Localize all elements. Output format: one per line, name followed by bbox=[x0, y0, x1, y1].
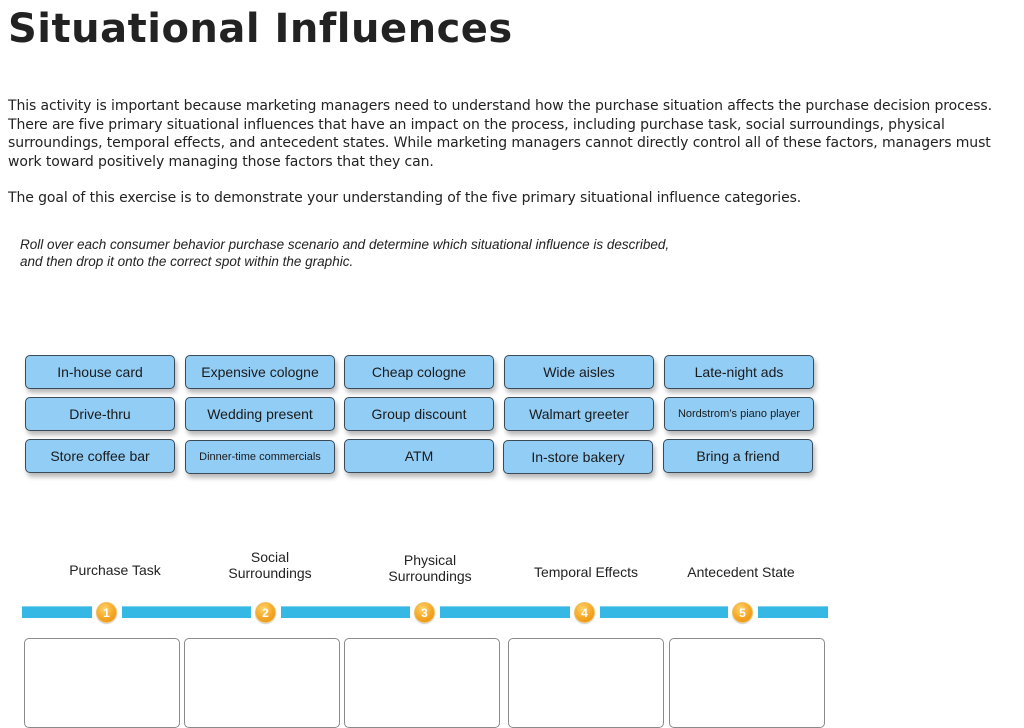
drop-zone-temporal-effects[interactable] bbox=[508, 638, 664, 728]
step-badge-5: 5 bbox=[732, 602, 753, 623]
category-label-antecedent-state: Antecedent State bbox=[661, 564, 821, 580]
step-badge-4: 4 bbox=[574, 602, 595, 623]
drop-zone-antecedent-state[interactable] bbox=[669, 638, 825, 728]
scenario-card[interactable]: Dinner-time commercials bbox=[185, 440, 335, 474]
scenario-card[interactable]: Store coffee bar bbox=[25, 439, 175, 473]
instructions: Roll over each consumer behavior purchas… bbox=[20, 237, 670, 269]
scenario-card[interactable]: Wedding present bbox=[185, 397, 335, 431]
scenario-card[interactable]: Drive-thru bbox=[25, 397, 175, 431]
category-label-text: Social bbox=[250, 549, 290, 565]
page-title: Situational Influences bbox=[8, 6, 513, 52]
scenario-card[interactable]: Wide aisles bbox=[504, 355, 654, 389]
category-label-text: Purchase Task bbox=[69, 562, 161, 578]
step-badge-2: 2 bbox=[255, 602, 276, 623]
intro-paragraph: This activity is important because marke… bbox=[8, 98, 992, 170]
step-badge-3: 3 bbox=[414, 602, 435, 623]
scenario-card[interactable]: Expensive cologne bbox=[185, 355, 335, 389]
category-label-social-surroundings: Social Surroundings bbox=[190, 549, 350, 581]
goal-paragraph: The goal of this exercise is to demonstr… bbox=[8, 190, 802, 206]
drop-zone-social-surroundings[interactable] bbox=[184, 638, 340, 728]
scenario-card[interactable]: In-house card bbox=[25, 355, 175, 389]
scenario-card[interactable]: Nordstrom’s piano player bbox=[664, 397, 814, 431]
scenario-card[interactable]: Cheap cologne bbox=[344, 355, 494, 389]
scenario-card[interactable]: Walmart greeter bbox=[504, 397, 654, 431]
drop-zone-physical-surroundings[interactable] bbox=[344, 638, 500, 728]
category-label-text: Surroundings bbox=[388, 568, 472, 584]
step-badge-1: 1 bbox=[96, 602, 117, 623]
drop-zone-purchase-task[interactable] bbox=[24, 638, 180, 728]
category-label-temporal-effects: Temporal Effects bbox=[506, 564, 666, 580]
intro-text: This activity is important because marke… bbox=[8, 97, 998, 226]
scenario-card[interactable]: ATM bbox=[344, 439, 494, 473]
scenario-card[interactable]: Bring a friend bbox=[663, 439, 813, 473]
category-label-physical-surroundings: Physical Surroundings bbox=[350, 552, 510, 584]
category-label-text: Antecedent State bbox=[687, 564, 795, 580]
scenario-card[interactable]: In-store bakery bbox=[503, 440, 653, 474]
scenario-card[interactable]: Group discount bbox=[344, 397, 494, 431]
category-label-text: Surroundings bbox=[228, 565, 312, 581]
category-label-text: Physical bbox=[403, 552, 457, 568]
scenario-card[interactable]: Late-night ads bbox=[664, 355, 814, 389]
category-label-purchase-task: Purchase Task bbox=[35, 562, 195, 578]
category-label-text: Temporal Effects bbox=[533, 564, 638, 580]
